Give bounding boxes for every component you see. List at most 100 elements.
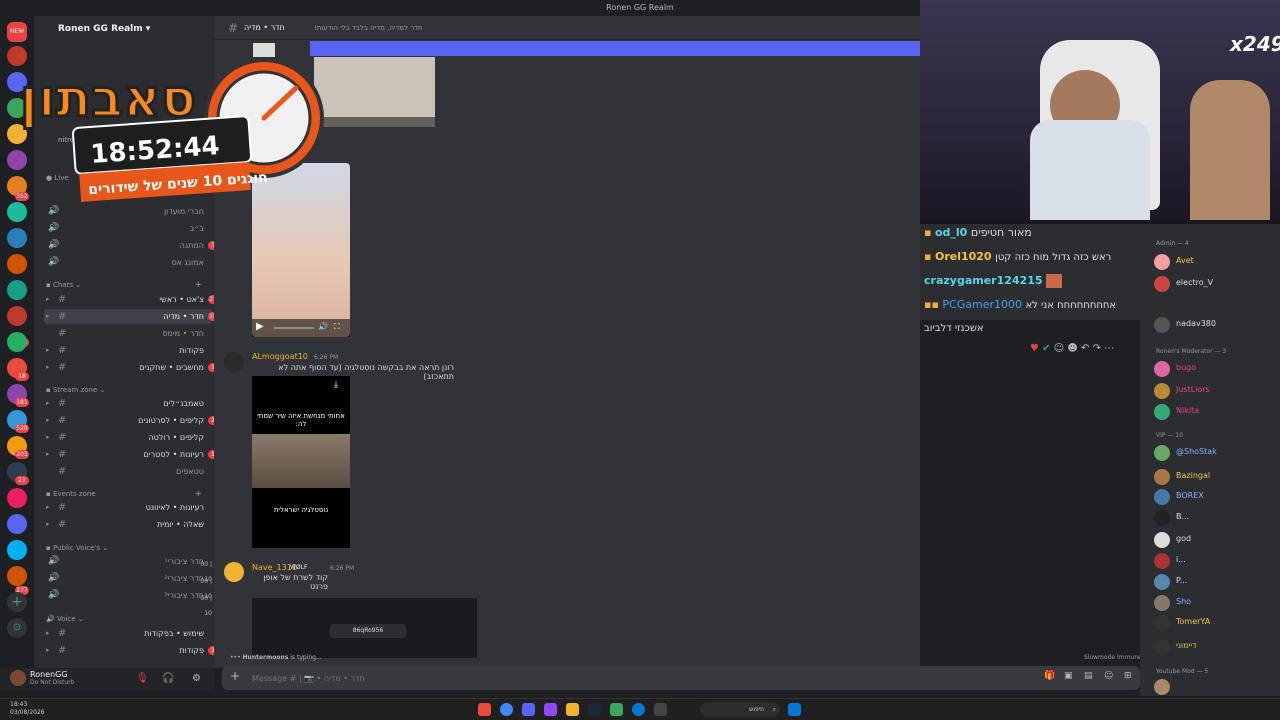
apps-icon[interactable]: ⊞ bbox=[1124, 671, 1132, 681]
media-image[interactable]: 86qRo956 bbox=[252, 598, 477, 658]
member-item[interactable]: @ShoStak bbox=[1152, 444, 1276, 462]
video-controls[interactable]: ▶ 🔊 ⛶ bbox=[252, 319, 350, 337]
server-icon[interactable] bbox=[7, 306, 27, 326]
notification-banner[interactable] bbox=[310, 41, 920, 56]
video-progress-bar[interactable] bbox=[274, 327, 314, 329]
channel-stream[interactable]: ▸ # קליפים • רולטה bbox=[44, 430, 212, 445]
channel-stream[interactable]: ▸ # קליפים • לסרטונים 2 bbox=[44, 413, 218, 428]
channel-voice[interactable]: ▸ # פקודות 1 bbox=[44, 643, 218, 658]
server-icon[interactable] bbox=[7, 228, 27, 248]
member-item[interactable]: god bbox=[1152, 531, 1276, 549]
channel-voice[interactable]: ▸ # שימוש • בפקודות bbox=[44, 626, 212, 641]
deafen-icon[interactable]: 🎧 bbox=[162, 673, 174, 684]
play-icon[interactable]: ▶ bbox=[256, 321, 264, 332]
server-icon[interactable] bbox=[7, 566, 27, 586]
video-controls[interactable] bbox=[314, 117, 435, 127]
search-box[interactable]: חיפוש ⌕ bbox=[700, 702, 780, 717]
message-author[interactable]: ALmoggoat10 bbox=[252, 352, 308, 361]
member-item[interactable]: TomerYA bbox=[1152, 614, 1276, 632]
server-icon[interactable] bbox=[7, 540, 27, 560]
edge-icon[interactable] bbox=[632, 703, 645, 716]
member-item[interactable]: P... bbox=[1152, 573, 1276, 591]
member-item[interactable]: JustLiors bbox=[1152, 382, 1276, 400]
avatar[interactable] bbox=[224, 352, 244, 372]
voice-channel[interactable]: 🔊 חדר ציבורי² 00 | 10 bbox=[44, 571, 212, 600]
server-icon[interactable] bbox=[7, 332, 27, 352]
steam-icon[interactable] bbox=[588, 703, 601, 716]
app-icon[interactable] bbox=[544, 703, 557, 716]
channel-event[interactable]: ▸ # רעיונות • לאיוונט bbox=[44, 500, 212, 515]
category-public-voice[interactable]: ▪ Public Voice's ⌄ bbox=[46, 542, 206, 554]
member-item[interactable]: bugo bbox=[1152, 360, 1276, 378]
channel-chat[interactable]: ▸ # מחשבים • שחקנים 1 bbox=[44, 360, 218, 375]
sticker-icon[interactable]: ▤ bbox=[1084, 671, 1093, 681]
volume-icon[interactable]: 🔊 bbox=[318, 322, 328, 331]
message-composer[interactable]: + 🎁 ▣ ▤ ☺ ⊞ bbox=[222, 666, 1140, 690]
explore-icon[interactable]: ⊙ bbox=[7, 618, 27, 638]
fullscreen-icon[interactable]: ⛶ bbox=[334, 322, 340, 332]
member-item[interactable]: BOREX bbox=[1152, 488, 1276, 506]
channel-chat[interactable]: # חדר • מימס bbox=[44, 326, 212, 341]
discord-icon[interactable] bbox=[522, 703, 535, 716]
member-item[interactable]: Sho bbox=[1152, 594, 1276, 612]
add-channel-icon[interactable]: + bbox=[194, 279, 202, 291]
channel-event[interactable]: ▸ # שאלה • יומית bbox=[44, 517, 212, 532]
folder-icon[interactable] bbox=[566, 703, 579, 716]
gif-icon[interactable]: ▣ bbox=[1064, 671, 1073, 681]
forward-icon[interactable]: ↷ bbox=[1093, 343, 1101, 354]
heart-reaction-icon[interactable]: ♥ bbox=[1030, 343, 1039, 354]
channel-chat[interactable]: ▸ # פקודות bbox=[44, 343, 212, 358]
member-item[interactable]: i... bbox=[1152, 552, 1276, 570]
emoji-reaction-icon[interactable]: ☺ bbox=[1054, 343, 1064, 354]
app-icon[interactable] bbox=[654, 703, 667, 716]
channel-chat[interactable]: ▸ # צ'אט • ראשי 21 bbox=[44, 292, 218, 307]
emoji-icon[interactable]: ☺ bbox=[1104, 671, 1113, 681]
reply-icon[interactable]: ↶ bbox=[1081, 343, 1089, 354]
server-icon[interactable] bbox=[7, 514, 27, 534]
message-actions[interactable]: ♥ ✔ ☺ ☻ ↶ ↷ ⋯ bbox=[1030, 343, 1134, 357]
add-server-icon[interactable]: + bbox=[7, 592, 27, 612]
channel-chat-active[interactable]: ▸ # חדר • מדיה 18 bbox=[44, 309, 218, 324]
chrome-icon[interactable] bbox=[500, 703, 513, 716]
member-item[interactable]: electro_V bbox=[1152, 275, 1276, 293]
check-reaction-icon[interactable]: ✔ bbox=[1042, 343, 1050, 354]
category-events[interactable]: ▪ Events zone + bbox=[46, 488, 206, 500]
member-item[interactable]: Nikita bbox=[1152, 403, 1276, 421]
add-channel-icon[interactable]: + bbox=[194, 488, 202, 500]
server-icon[interactable] bbox=[7, 254, 27, 274]
add-attachment-icon[interactable]: + bbox=[230, 669, 240, 683]
member-item[interactable]: B... bbox=[1152, 509, 1276, 527]
app-icon[interactable] bbox=[610, 703, 623, 716]
channel-top[interactable]: 🔊 אמונג אס bbox=[44, 255, 212, 270]
voice-channel[interactable]: 🔊 חדר ציבורי³ 00 | 10 bbox=[44, 588, 212, 617]
channel-stream[interactable]: # טטאפים bbox=[44, 464, 212, 479]
windows-start-icon[interactable] bbox=[788, 703, 801, 716]
message-input[interactable] bbox=[252, 670, 552, 686]
add-reaction-icon[interactable]: ☻ bbox=[1067, 343, 1077, 354]
voice-channel[interactable]: 🔊 חדר ציבורי¹ 00 | 10 bbox=[44, 554, 212, 583]
media-video[interactable]: ⤓ אחותי מנחשת איזה שיר שמתי לה: נוסטלגיה… bbox=[252, 376, 350, 548]
category-stream[interactable]: ▪ Stream zone ⌄ bbox=[46, 384, 206, 396]
channel-stream[interactable]: ▸ # רעיונות • לסטרים 1 bbox=[44, 447, 218, 462]
mute-mic-icon[interactable]: 🎙 bbox=[136, 673, 149, 684]
server-icon[interactable] bbox=[7, 488, 27, 508]
channel-top[interactable]: 🔊 המתנה 3 bbox=[44, 238, 218, 253]
member-item[interactable]: Avet bbox=[1152, 253, 1276, 271]
download-icon[interactable]: ⤓ bbox=[334, 380, 338, 390]
channel-stream[interactable]: ▸ # טאמבנ״לים bbox=[44, 396, 212, 411]
media-video-thumbnail[interactable] bbox=[314, 57, 435, 127]
settings-gear-icon[interactable]: ⚙ bbox=[192, 673, 201, 684]
avatar[interactable] bbox=[10, 670, 26, 686]
gift-icon[interactable]: 🎁 bbox=[1044, 671, 1055, 681]
avatar[interactable] bbox=[224, 562, 244, 582]
member-item[interactable]: nadav380 bbox=[1152, 316, 1276, 334]
category-voice[interactable]: 🔊 Voice ⌄ bbox=[46, 613, 206, 625]
category-chats[interactable]: ▪ Chats ⌄ + bbox=[46, 279, 206, 291]
member-item[interactable] bbox=[1152, 678, 1276, 696]
member-item[interactable]: Bazingal bbox=[1152, 468, 1276, 486]
channel-top[interactable]: 🔊 ב״ב bbox=[44, 221, 212, 236]
server-icon[interactable] bbox=[7, 280, 27, 300]
member-item[interactable]: דיימוני bbox=[1152, 638, 1276, 656]
more-icon[interactable]: ⋯ bbox=[1104, 343, 1114, 354]
app-icon[interactable] bbox=[478, 703, 491, 716]
